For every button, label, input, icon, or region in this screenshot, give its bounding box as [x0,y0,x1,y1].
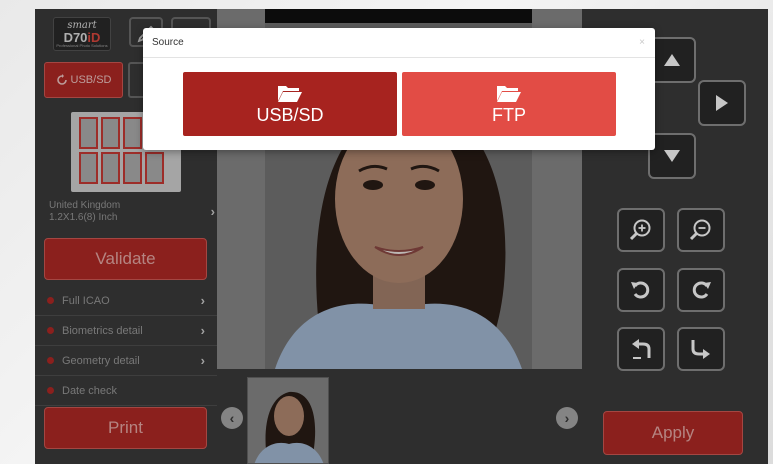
folder-open-icon [497,85,521,102]
ftp-label: FTP [492,104,526,125]
ftp-source-button[interactable]: FTP [402,72,616,136]
folder-open-icon [278,85,302,102]
source-dialog: Source × USB/SD FTP [143,28,655,150]
dialog-title: Source [143,28,655,58]
usb-sd-label: USB/SD [256,104,324,125]
usb-sd-source-button[interactable]: USB/SD [183,72,397,136]
close-icon[interactable]: × [639,37,645,48]
